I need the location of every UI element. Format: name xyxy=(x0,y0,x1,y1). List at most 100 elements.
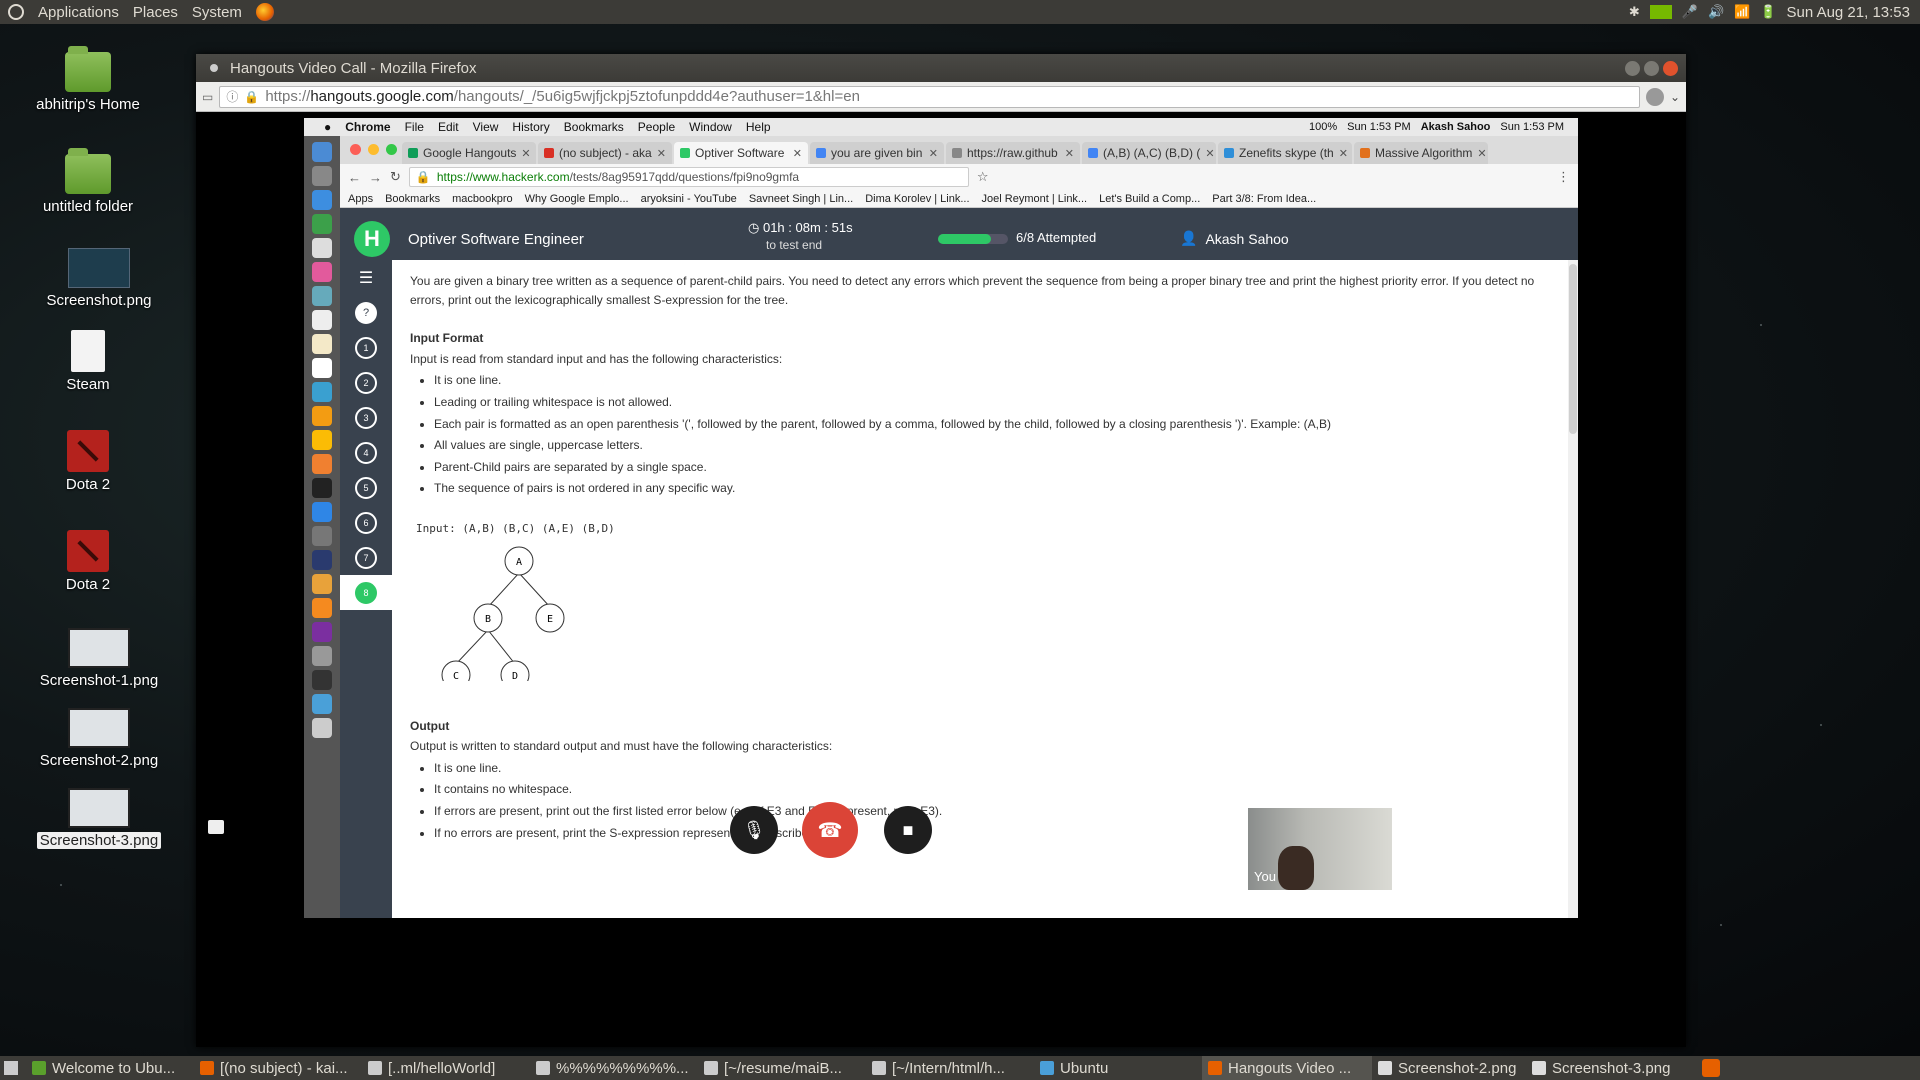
desktop-icon-screenshot-3[interactable]: Screenshot-3.png xyxy=(24,788,174,849)
desktop-icon-home[interactable]: abhitrip's Home xyxy=(13,46,163,113)
close-button[interactable] xyxy=(1663,60,1678,76)
desktop-icon-dota2[interactable]: Dota 2 xyxy=(13,430,163,493)
svg-text:D: D xyxy=(512,671,518,681)
adblock-icon[interactable] xyxy=(1645,87,1664,106)
url-bar[interactable]: ⓘ 🔒 https://hangouts.google.com/hangouts… xyxy=(219,85,1640,108)
show-desktop-icon[interactable] xyxy=(4,1061,18,1075)
taskbar-item[interactable]: Welcome to Ubu... xyxy=(26,1056,194,1080)
taskbar-item[interactable]: Screenshot-2.png xyxy=(1372,1056,1526,1080)
test-timer: ◷ 01h : 08m : 51s to test end xyxy=(748,220,853,252)
chrome-tab: you are given bin ✕ xyxy=(810,142,944,164)
bluetooth-icon[interactable]: ✱ xyxy=(1629,4,1640,20)
hang-up-button[interactable]: ☎ xyxy=(802,802,858,858)
bookmarks-bar: Apps Bookmarks macbookpro Why Google Emp… xyxy=(340,190,1578,208)
terminal-icon xyxy=(704,1061,718,1075)
desktop-icon-untitled-folder[interactable]: untitled folder xyxy=(13,148,163,215)
taskbar-label: Welcome to Ubu... xyxy=(52,1059,176,1077)
wifi-icon[interactable]: 📶 xyxy=(1734,4,1750,20)
desktop-icon-screenshot-2[interactable]: Screenshot-2.png xyxy=(24,708,174,769)
chrome-tab: (no subject) - aka ✕ xyxy=(538,142,672,164)
desktop-icon-screenshot[interactable]: Screenshot.png xyxy=(24,248,174,309)
ubuntu-logo-icon[interactable] xyxy=(8,4,24,20)
taskbar-label: Screenshot-2.png xyxy=(1398,1059,1517,1077)
list-item: Parent-Child pairs are separated by a si… xyxy=(434,458,1562,477)
clock[interactable]: Sun Aug 21, 13:53 xyxy=(1787,4,1910,21)
mac-time-2: Sun 1:53 PM xyxy=(1500,121,1564,133)
taskbar-item[interactable]: Screenshot-3.png xyxy=(1526,1056,1696,1080)
chrome-window: Google Hangouts ✕ (no subject) - aka ✕ Opt… xyxy=(340,136,1578,918)
desktop-icon-label: untitled folder xyxy=(42,198,134,215)
scrollbar-thumb xyxy=(1569,264,1577,434)
sidebar-icon[interactable]: ▭ xyxy=(202,90,213,104)
taskbar-item[interactable]: [~/resume/maiB... xyxy=(698,1056,866,1080)
mac-time: Sun 1:53 PM xyxy=(1347,121,1411,133)
nvidia-icon[interactable] xyxy=(1649,5,1672,19)
tab-close-icon: ✕ xyxy=(1205,147,1215,160)
onenote-icon xyxy=(312,622,332,642)
firefox-launcher-icon[interactable] xyxy=(255,3,274,21)
tab-close-icon: ✕ xyxy=(656,147,666,160)
battery-icon[interactable]: 🔋 xyxy=(1760,4,1776,20)
taskbar-item[interactable]: [(no subject) - kai... xyxy=(194,1056,362,1080)
question-nav-7: 7 xyxy=(340,540,392,575)
maximize-button[interactable] xyxy=(1644,60,1659,76)
menu-system[interactable]: System xyxy=(192,4,242,21)
desktop-icon-screenshot-1[interactable]: Screenshot-1.png xyxy=(24,628,174,689)
mac-menu-help: Help xyxy=(745,120,771,134)
downloads-folder-icon xyxy=(312,694,332,714)
ubuntu-icon xyxy=(1040,1061,1054,1075)
hr-user: 👤 Akash Sahoo xyxy=(1180,230,1289,247)
question-number: 1 xyxy=(355,336,377,359)
tree-node: D xyxy=(500,660,530,690)
chrome-icon xyxy=(312,430,332,450)
app-icon xyxy=(312,214,332,234)
test-title: Optiver Software Engineer xyxy=(408,230,584,248)
minimize-button[interactable] xyxy=(1625,60,1640,76)
svg-text:C: C xyxy=(453,671,459,681)
terminal-icon xyxy=(872,1061,886,1075)
question-number: 6 xyxy=(355,511,377,534)
menu-places[interactable]: Places xyxy=(133,4,178,21)
firefox-window: Hangouts Video Call - Mozilla Firefox ▭ … xyxy=(196,54,1686,1047)
desktop-icon-steam[interactable]: Steam xyxy=(13,330,163,393)
self-view-video[interactable]: You xyxy=(1248,808,1392,890)
taskbar-item[interactable]: Ubuntu xyxy=(1034,1056,1202,1080)
info-icon[interactable]: ⓘ xyxy=(226,88,238,105)
firefox-tray-icon[interactable] xyxy=(1702,1059,1720,1077)
menu-chevron-icon[interactable]: ⌄ xyxy=(1670,90,1680,104)
window-titlebar[interactable]: Hangouts Video Call - Mozilla Firefox xyxy=(196,54,1686,82)
mac-menu-file: File xyxy=(404,120,424,134)
chrome-tab-active: Optiver Software ✕ xyxy=(674,142,808,164)
tab-favicon-icon xyxy=(1088,148,1098,158)
url-host: hangouts.google.com xyxy=(310,88,454,105)
finder-icon xyxy=(312,142,332,162)
tab-close-icon: ✕ xyxy=(928,147,938,160)
mac-menu-bookmarks: Bookmarks xyxy=(563,120,624,134)
chrome-omnibox-row: ← → ↻ 🔒 https://www.hackerk.com/tests/8a… xyxy=(340,164,1578,190)
menu-applications[interactable]: Applications xyxy=(38,4,119,21)
question-nav-5: 5 xyxy=(340,470,392,505)
app-icon xyxy=(312,358,332,378)
example-label: Input: xyxy=(416,521,456,535)
tree-node: C xyxy=(441,660,471,690)
taskbar-item[interactable]: [..ml/helloWorld] xyxy=(362,1056,530,1080)
list-item: Each pair is formatted as an open parent… xyxy=(434,415,1562,434)
app-icon xyxy=(32,1061,46,1075)
desktop-icon-dota2-alt[interactable]: Dota 2 xyxy=(13,530,163,593)
chat-icon[interactable] xyxy=(208,820,224,834)
tab-favicon-icon xyxy=(952,148,962,158)
taskbar-item-active[interactable]: Hangouts Video ... xyxy=(1202,1056,1372,1080)
lock-icon[interactable]: 🔒 xyxy=(244,90,259,104)
mac-menu-chrome: Chrome xyxy=(345,120,391,134)
attempt-progress-bar xyxy=(938,234,1008,244)
notes-icon xyxy=(312,334,332,354)
mic-button[interactable]: 🎙 xyxy=(730,806,778,854)
mic-indicator-icon[interactable]: 🎤 xyxy=(1682,4,1698,20)
taskbar-item[interactable]: %%%%%%%%%... xyxy=(530,1056,698,1080)
camera-button[interactable]: ■ xyxy=(884,806,932,854)
volume-icon[interactable]: 🔊 xyxy=(1708,4,1724,20)
window-menu-icon[interactable] xyxy=(210,64,218,72)
taskbar-item[interactable]: [~/Intern/html/h... xyxy=(866,1056,1034,1080)
vlc-icon xyxy=(312,598,332,618)
question-sidebar: ☰ ? 1 2 3 4 5 6 7 8 xyxy=(340,260,392,918)
